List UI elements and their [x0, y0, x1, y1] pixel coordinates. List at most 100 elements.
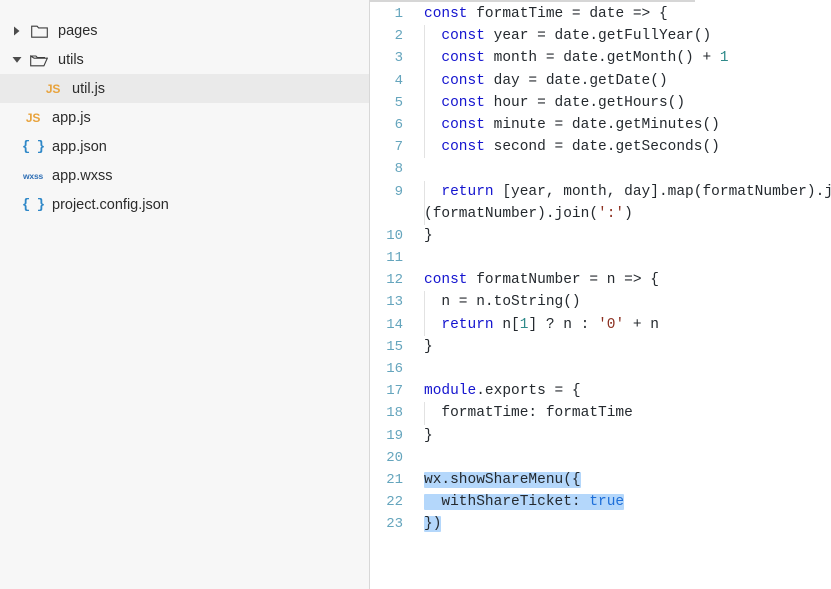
json-file-icon: { } — [20, 197, 46, 213]
code-line-wrap: (formatNumber).join(':') — [370, 202, 831, 225]
line-content[interactable]: const minute = date.getMinutes() — [412, 113, 831, 137]
code-line: 23 }) — [370, 513, 831, 535]
line-content[interactable]: const second = date.getSeconds() — [412, 136, 831, 159]
code-line: 11 — [370, 247, 831, 269]
json-badge-label: { } — [21, 196, 45, 213]
code-line: 13 n = n.toString() — [370, 291, 831, 314]
line-number: 15 — [386, 338, 403, 355]
line-content[interactable]: const formatNumber = n => { — [412, 269, 831, 291]
line-number: 11 — [386, 250, 403, 267]
line-number: 10 — [386, 227, 403, 244]
line-number: 2 — [394, 28, 403, 45]
line-number: 16 — [386, 361, 403, 377]
js-badge-label: JS — [45, 81, 61, 96]
js-badge-label: JS — [25, 110, 41, 125]
tree-item-app-json[interactable]: { } app.json — [0, 132, 369, 161]
line-number: 9 — [394, 183, 403, 200]
code-line: 8 — [370, 158, 831, 180]
tree-item-label: app.json — [52, 138, 107, 155]
tree-item-app-js[interactable]: JS app.js — [0, 103, 369, 132]
tree-item-label: project.config.json — [52, 196, 169, 213]
line-content[interactable]: module.exports = { — [412, 380, 831, 402]
line-number: 17 — [386, 383, 403, 400]
line-content[interactable]: const year = date.getFullYear() — [412, 25, 831, 48]
code-line: 10 } — [370, 225, 831, 247]
chevron-right-icon[interactable] — [8, 26, 26, 36]
json-badge-label: { } — [21, 138, 45, 155]
code-line: 14 return n[1] ? n : '0' + n — [370, 313, 831, 336]
code-line: 9 return [year, month, day].map(formatNu… — [370, 180, 831, 203]
code-line: 1 const formatTime = date => { — [370, 3, 831, 25]
folder-open-icon — [26, 53, 52, 67]
editor-pane[interactable]: 1 const formatTime = date => { 2 const y… — [370, 0, 831, 589]
tree-item-project-config-json[interactable]: { } project.config.json — [0, 190, 369, 219]
line-number: 19 — [386, 427, 403, 444]
js-file-icon: JS — [40, 82, 66, 96]
line-number: 13 — [386, 294, 403, 311]
chevron-down-icon[interactable] — [8, 56, 26, 64]
line-content[interactable]: withShareTicket: true — [412, 491, 831, 513]
line-content[interactable]: return n[1] ? n : '0' + n — [412, 313, 831, 336]
code-line: 19 } — [370, 425, 831, 447]
line-content[interactable]: (formatNumber).join(':') — [412, 202, 831, 225]
line-content[interactable]: const formatTime = date => { — [412, 3, 831, 25]
line-content[interactable]: formatTime: formatTime — [412, 402, 831, 425]
line-number: 1 — [394, 6, 403, 22]
code-line: 20 — [370, 447, 831, 469]
line-number: 8 — [394, 161, 403, 178]
line-content[interactable]: const hour = date.getHours() — [412, 91, 831, 114]
code-line: 2 const year = date.getFullYear() — [370, 25, 831, 48]
line-number: 20 — [386, 449, 403, 466]
code-line: 17 module.exports = { — [370, 380, 831, 402]
line-content[interactable]: const month = date.getMonth() + 1 — [412, 47, 831, 70]
line-content[interactable]: const day = date.getDate() — [412, 69, 831, 92]
line-number: 22 — [386, 494, 403, 511]
tree-item-label: pages — [58, 22, 98, 39]
tree-item-label: util.js — [72, 80, 106, 97]
json-file-icon: { } — [20, 139, 46, 155]
code-line: 22 withShareTicket: true — [370, 491, 831, 513]
line-number: 5 — [394, 94, 403, 111]
code-line: 18 formatTime: formatTime — [370, 402, 831, 425]
line-content[interactable]: } — [412, 225, 831, 247]
code-line: 15 } — [370, 336, 831, 358]
code-content[interactable]: 1 const formatTime = date => { 2 const y… — [370, 3, 831, 589]
line-number: 21 — [386, 471, 403, 488]
tree-item-label: app.js — [52, 109, 91, 126]
line-number: 12 — [386, 272, 403, 289]
tree-item-utils[interactable]: utils — [0, 45, 369, 74]
code-line: 3 const month = date.getMonth() + 1 — [370, 47, 831, 70]
code-line: 16 — [370, 358, 831, 380]
tree-item-label: utils — [58, 51, 84, 68]
code-line: 21 wx.showShareMenu({ — [370, 469, 831, 491]
line-number: 7 — [394, 139, 403, 156]
code-line: 6 const minute = date.getMinutes() — [370, 113, 831, 137]
tree-item-label: app.wxss — [52, 167, 113, 184]
line-content[interactable]: n = n.toString() — [412, 291, 831, 314]
line-number: 23 — [386, 516, 403, 533]
line-number: 3 — [394, 50, 403, 67]
line-content[interactable]: wx.showShareMenu({ — [412, 469, 831, 491]
line-content[interactable]: } — [412, 336, 831, 358]
tree-item-util-js[interactable]: JS util.js — [0, 74, 369, 103]
editor-top-border — [370, 0, 695, 2]
line-content[interactable]: }) — [412, 513, 831, 535]
file-explorer-sidebar: pages utils JS util.js JS app.js {} app… — [0, 0, 370, 589]
line-number: 18 — [386, 405, 403, 422]
line-content[interactable]: return [year, month, day].map(formatNumb… — [412, 180, 831, 203]
wxss-badge-label: wxss — [23, 170, 43, 181]
code-editor-window: pages utils JS util.js JS app.js {} app… — [0, 0, 831, 589]
line-number: 14 — [386, 316, 403, 333]
line-content[interactable]: } — [412, 425, 831, 447]
line-number: 6 — [394, 116, 403, 133]
js-file-icon: JS — [20, 111, 46, 125]
wxss-file-icon: wxss — [20, 171, 46, 181]
tree-item-pages[interactable]: pages — [0, 16, 369, 45]
line-number: 4 — [394, 72, 403, 89]
tree-item-app-wxss[interactable]: wxss app.wxss — [0, 161, 369, 190]
code-line: 7 const second = date.getSeconds() — [370, 136, 831, 159]
code-line: 4 const day = date.getDate() — [370, 69, 831, 92]
code-line: 5 const hour = date.getHours() — [370, 91, 831, 114]
folder-closed-icon — [26, 24, 52, 38]
code-line: 12 const formatNumber = n => { — [370, 269, 831, 291]
